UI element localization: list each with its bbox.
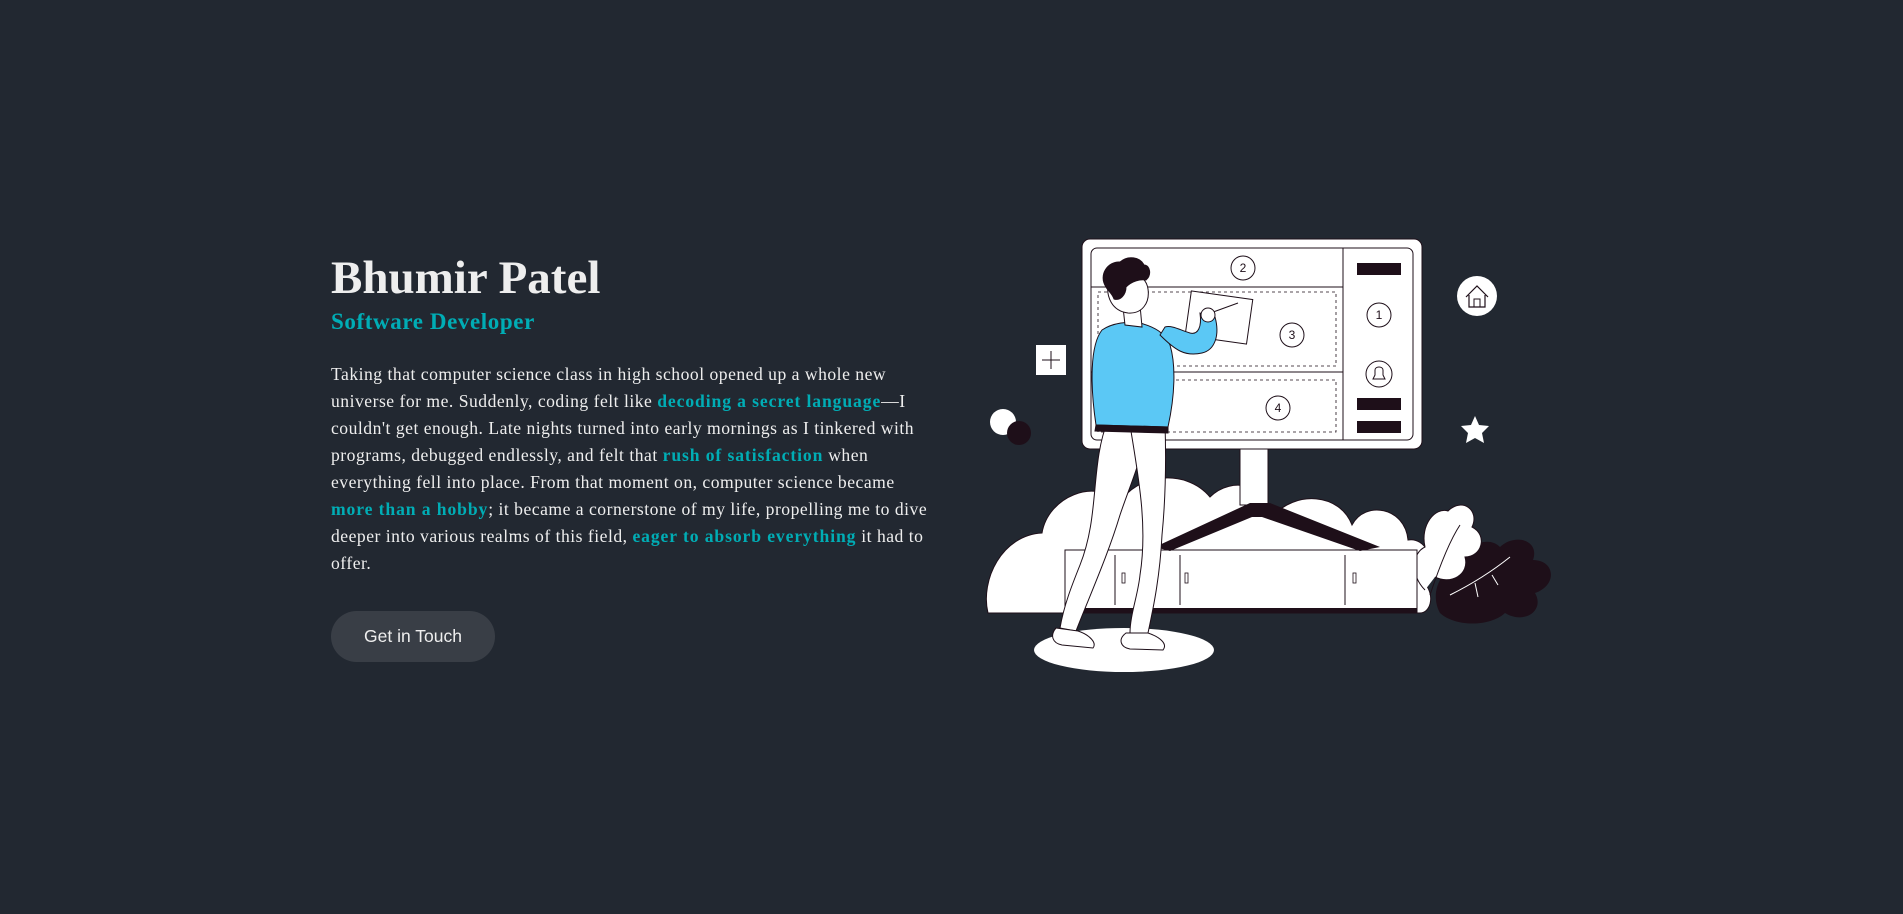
plus-icon [1036,345,1066,375]
panel-number-4: 4 [1275,401,1282,415]
get-in-touch-button[interactable]: Get in Touch [331,611,495,662]
bio-highlight: eager to absorb everything [632,526,857,546]
home-icon [1457,276,1497,316]
panel-number-3: 3 [1289,328,1296,342]
intro-block: Bhumir Patel Software Developer Taking t… [331,250,931,662]
panel-number-2: 2 [1240,261,1247,275]
dot-decoration [990,409,1031,445]
bio-paragraph: Taking that computer science class in hi… [331,361,931,577]
panel-number-1: 1 [1376,308,1383,322]
hero-section: Bhumir Patel Software Developer Taking t… [0,0,1903,914]
page-title: Bhumir Patel [331,252,601,304]
bio-highlight: decoding a secret language [657,391,882,411]
developer-illustration: 2 1 3 4 [980,235,1560,675]
bio-highlight: rush of satisfaction [662,445,824,465]
bio-highlight: more than a hobby [331,499,489,519]
star-icon [1461,416,1489,443]
job-title: Software Developer [331,309,535,334]
cabinet [1064,549,1418,614]
